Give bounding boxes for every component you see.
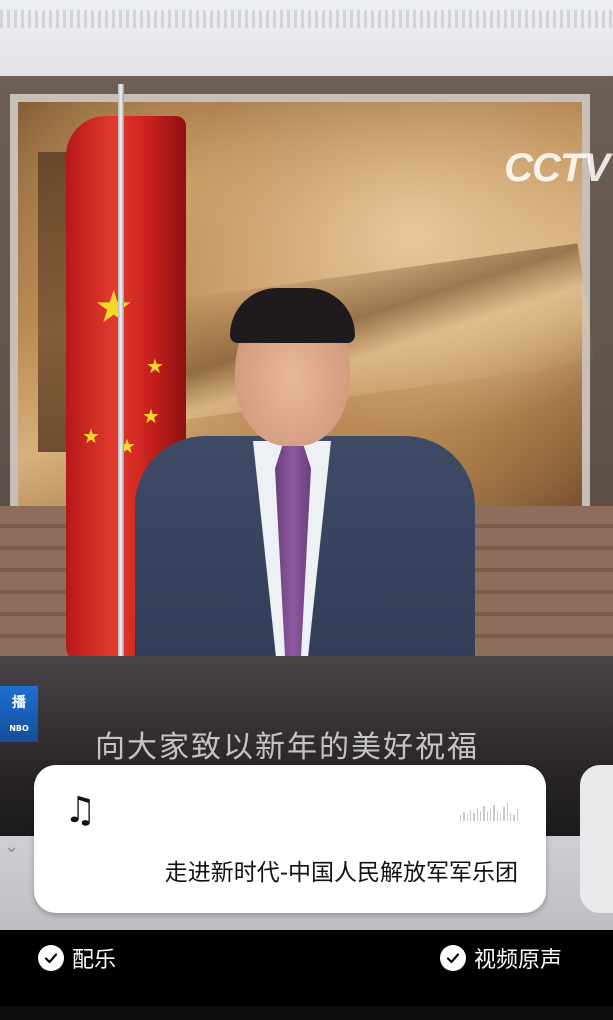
song-title: 走进新时代-中国人民解放军军乐团	[164, 860, 518, 886]
music-toggle[interactable]: 配乐	[38, 942, 116, 974]
station-logo: 播 NBO	[0, 686, 38, 742]
original-sound-label: 视频原声	[474, 948, 563, 973]
original-sound-toggle[interactable]: 视频原声	[440, 942, 562, 974]
flag-star-icon: ★	[82, 424, 100, 448]
screen-hatch-pattern	[0, 10, 613, 28]
check-circle-icon	[440, 945, 466, 971]
channel-watermark: CCTV	[504, 146, 610, 190]
bottom-edge	[0, 1006, 613, 1020]
chevron-down-icon: ⌄	[4, 836, 20, 857]
check-circle-icon	[38, 945, 64, 971]
video-subtitle: 向大家致以新年的美好祝福	[95, 730, 479, 760]
speaker-figure	[135, 288, 475, 716]
flag-star-icon: ★	[94, 282, 134, 333]
video-frame[interactable]: CCTV ★ ★ ★ ★ ★ 播 NBO 向大家致以新年的美好祝福	[0, 76, 613, 836]
music-toggle-label: 配乐	[72, 948, 117, 973]
music-card-next[interactable]	[580, 765, 613, 913]
waveform-icon	[460, 803, 518, 821]
station-logo-main: 播	[12, 695, 26, 711]
speaker-hair	[230, 288, 355, 343]
music-card-selected[interactable]: ♫ 走进新时代-中国人民解放军军乐团	[34, 765, 546, 913]
music-note-icon: ♫	[64, 790, 97, 831]
station-logo-sub: NBO	[9, 724, 29, 733]
screen-top-band	[0, 0, 613, 78]
flag-pole	[118, 84, 124, 674]
